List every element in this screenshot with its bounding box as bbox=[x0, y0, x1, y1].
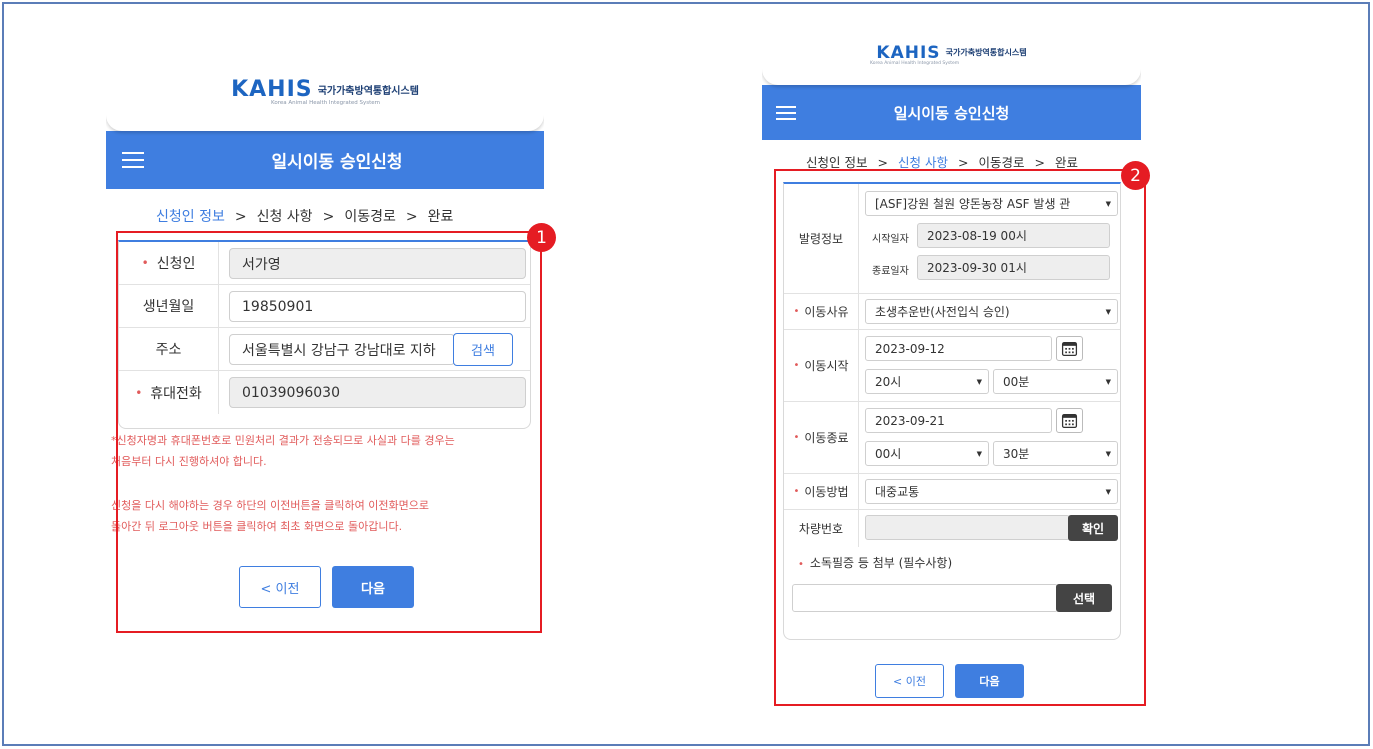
kahis-logo: KAHIS 국가가축방역통합시스템 Korea Animal Health In… bbox=[762, 42, 1141, 66]
step-complete: 완료 bbox=[427, 209, 454, 225]
logo-header: KAHIS 국가가축방역통합시스템 Korea Animal Health In… bbox=[106, 63, 544, 131]
chevron-right-icon: > bbox=[957, 155, 969, 170]
step-breadcrumb: 신청인 정보 > 신청 사항 > 이동경로 > 완료 bbox=[156, 206, 453, 226]
app-bar: 일시이동 승인신청 bbox=[106, 131, 544, 189]
step-applicant-info: 신청인 정보 bbox=[156, 209, 225, 225]
logo-subtitle: Korea Animal Health Integrated System bbox=[870, 60, 960, 66]
step-request-details: 신청 사항 bbox=[897, 155, 948, 170]
highlight-box-2 bbox=[774, 169, 1146, 706]
page-title: 일시이동 승인신청 bbox=[893, 104, 1010, 122]
highlight-box-1 bbox=[116, 231, 542, 633]
step-route: 이동경로 bbox=[344, 209, 396, 225]
chevron-right-icon: > bbox=[322, 209, 335, 225]
step-badge-2: 2 bbox=[1121, 161, 1150, 190]
logo-title: 국가가축방역통합시스템 bbox=[945, 48, 1027, 57]
logo-subtitle: Korea Animal Health Integrated System bbox=[271, 100, 380, 106]
chevron-right-icon: > bbox=[405, 209, 418, 225]
step-badge-1: 1 bbox=[527, 223, 556, 252]
step-route: 이동경로 bbox=[978, 155, 1025, 170]
logo-header: KAHIS 국가가축방역통합시스템 Korea Animal Health In… bbox=[762, 36, 1141, 85]
kahis-logo: KAHIS 국가가축방역통합시스템 Korea Animal Health In… bbox=[106, 77, 544, 106]
step-applicant-info: 신청인 정보 bbox=[806, 155, 868, 170]
page-title: 일시이동 승인신청 bbox=[271, 152, 403, 173]
logo-mark: KAHIS bbox=[231, 77, 313, 102]
logo-mark: KAHIS bbox=[876, 42, 941, 63]
chevron-right-icon: > bbox=[234, 209, 247, 225]
chevron-right-icon: > bbox=[877, 155, 888, 170]
step-complete: 완료 bbox=[1054, 155, 1078, 170]
chevron-right-icon: > bbox=[1034, 155, 1045, 170]
step-request-details: 신청 사항 bbox=[256, 209, 313, 225]
app-bar: 일시이동 승인신청 bbox=[762, 85, 1141, 140]
logo-title: 국가가축방역통합시스템 bbox=[317, 86, 419, 97]
